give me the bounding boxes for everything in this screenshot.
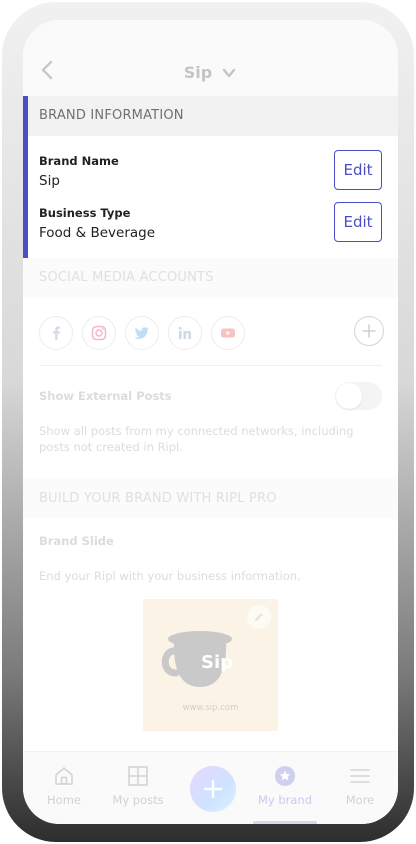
app-screen: Sip BRAND INFORMATION Brand Name Sip Edi… [23, 20, 398, 824]
business-type-value: Food & Beverage [39, 225, 156, 241]
edit-business-type-button[interactable]: Edit [334, 202, 382, 242]
page-title: Sip [183, 63, 213, 82]
show-external-posts-description: Show all posts from my connected network… [39, 424, 354, 454]
tab-label: My brand [257, 793, 313, 807]
plus-icon [362, 324, 376, 338]
add-social-account-button[interactable] [354, 316, 384, 346]
section-header: BRAND INFORMATION [23, 96, 398, 136]
youtube-icon[interactable] [211, 316, 245, 350]
social-section-header: SOCIAL MEDIA ACCOUNTS [23, 258, 398, 298]
show-external-posts-toggle[interactable] [335, 382, 382, 410]
tab-label: My posts [112, 793, 164, 807]
grid-icon [126, 764, 150, 788]
edit-brand-name-button[interactable]: Edit [334, 150, 382, 190]
active-tab-indicator [253, 821, 317, 824]
phone-frame: Sip BRAND INFORMATION Brand Name Sip Edi… [2, 2, 414, 842]
facebook-icon[interactable] [39, 316, 73, 350]
active-section-indicator [23, 96, 28, 258]
brand-name-value: Sip [39, 173, 60, 189]
brand-switcher[interactable]: Sip [23, 62, 398, 82]
tab-label: More [345, 793, 375, 807]
bottom-tab-bar: Home My posts My brand More [23, 751, 398, 824]
social-accounts-row [39, 316, 384, 350]
section-title: BUILD YOUR BRAND WITH RIPL PRO [39, 491, 277, 506]
plus-icon [203, 779, 223, 799]
pro-section-header: BUILD YOUR BRAND WITH RIPL PRO [23, 479, 398, 519]
chevron-down-icon [221, 65, 237, 81]
instagram-icon[interactable] [82, 316, 116, 350]
star-badge-icon [273, 764, 297, 788]
tab-my-brand[interactable]: My brand [250, 764, 320, 807]
brand-information-section: BRAND INFORMATION Brand Name Sip Edit Bu… [23, 96, 398, 258]
create-post-button[interactable] [190, 766, 236, 812]
linkedin-icon[interactable] [168, 316, 202, 350]
slide-url-text: www.sip.com [182, 703, 239, 713]
business-type-label: Business Type [39, 206, 131, 220]
home-icon [52, 764, 76, 788]
brand-slide-label: Brand Slide [39, 534, 114, 548]
twitter-icon[interactable] [125, 316, 159, 350]
slide-logo-text: Sip [201, 652, 234, 673]
show-external-posts-label: Show External Posts [39, 389, 172, 403]
top-nav-bar: Sip [23, 20, 398, 96]
divider [39, 365, 382, 366]
hamburger-menu-icon [348, 764, 372, 788]
section-title: BRAND INFORMATION [39, 108, 184, 123]
brand-slide-description: End your Ripl with your business informa… [39, 569, 301, 583]
tab-home[interactable]: Home [29, 764, 99, 807]
brand-name-label: Brand Name [39, 154, 119, 168]
brand-slide-preview[interactable]: Sip www.sip.com [143, 599, 278, 731]
tab-label: Home [47, 793, 81, 807]
tab-more[interactable]: More [325, 764, 395, 807]
section-title: SOCIAL MEDIA ACCOUNTS [39, 270, 214, 285]
edit-pencil-icon[interactable] [247, 605, 271, 629]
toggle-knob [336, 383, 362, 409]
tab-my-posts[interactable]: My posts [103, 764, 173, 807]
